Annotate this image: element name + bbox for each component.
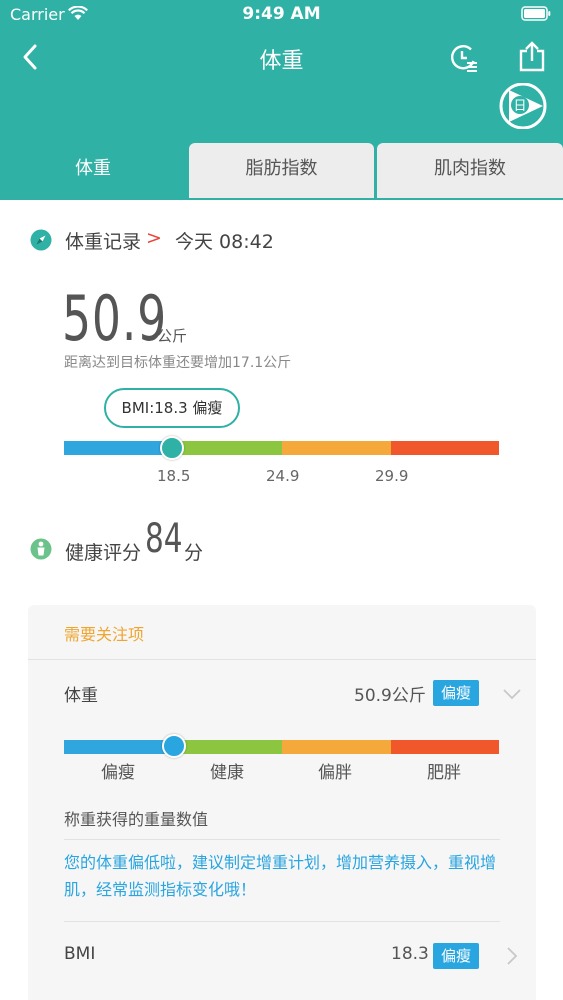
attention-card: 需要关注项 体重 50.9公斤 偏瘦 偏瘦 健康 偏胖 肥胖 称重获得的重量数值…: [28, 605, 536, 1000]
divider: [64, 839, 500, 840]
weight-page: Carrier 9:49 AM 体重 日 体重 脂肪指数 肌肉指数 体重记录 >…: [0, 0, 563, 1000]
bmi-status-badge: 偏瘦: [433, 943, 480, 969]
share-icon[interactable]: [518, 40, 546, 72]
divider: [64, 921, 500, 922]
tab-muscle-index[interactable]: 肌肉指数: [377, 143, 563, 198]
weight-segment-fat: [282, 740, 391, 754]
attention-title: 需要关注项: [64, 625, 145, 644]
person-icon: [30, 538, 52, 560]
bmi-item-label: BMI: [64, 944, 96, 964]
header: Carrier 9:49 AM 体重 日 体重 脂肪指数 肌肉指数: [0, 0, 563, 200]
bmi-indicator-knob: [160, 436, 184, 460]
tab-bar: 体重 脂肪指数 肌肉指数: [0, 143, 563, 198]
weight-scale-bar: [64, 734, 499, 758]
weight-segment-healthy: [174, 740, 282, 754]
health-score-label: 健康评分: [65, 542, 142, 564]
weight-label-thin: 偏瘦: [101, 763, 135, 783]
scale-segment-thin: [64, 441, 174, 455]
advice-text: 您的体重偏低啦，建议制定增重计划，增加营养摄入，重视增肌，经常监测指标变化哦！: [64, 853, 497, 899]
weight-description: 称重获得的重量数值: [64, 810, 209, 829]
battery-icon: [521, 6, 551, 21]
target-gap-text: 距离达到目标体重还要增加17.1公斤: [64, 355, 292, 371]
record-arrow-icon: >: [146, 227, 162, 249]
weight-indicator-knob: [162, 734, 186, 758]
health-score-value: 84: [145, 516, 183, 562]
weight-record-label: 体重记录: [65, 231, 142, 253]
weight-label-obese: 肥胖: [427, 763, 461, 783]
weight-item-label: 体重: [64, 686, 98, 706]
weight-status-badge: 偏瘦: [433, 680, 480, 706]
divider: [28, 659, 536, 660]
compass-icon: [30, 229, 52, 251]
tab-weight[interactable]: 体重: [0, 143, 186, 198]
weight-value: 50.9: [62, 282, 168, 355]
health-score-unit: 分: [184, 542, 204, 564]
nav-bar: 体重: [0, 30, 563, 86]
day-label: 日: [513, 99, 526, 114]
history-icon[interactable]: [449, 43, 479, 73]
weight-segment-obese: [391, 740, 499, 754]
scale-segment-fat: [282, 441, 391, 455]
scale-tick-18-5: 18.5: [157, 467, 191, 485]
bmi-scale-bar: [64, 436, 499, 460]
bmi-item-value: 18.3: [391, 944, 429, 964]
chevron-down-icon[interactable]: [502, 687, 522, 701]
weight-label-fat: 偏胖: [318, 763, 352, 783]
chevron-right-icon[interactable]: [506, 946, 518, 966]
record-time: 今天 08:42: [175, 231, 274, 253]
status-bar: Carrier 9:49 AM: [0, 0, 563, 30]
weight-segment-thin: [64, 740, 174, 754]
weight-item-value: 50.9公斤: [354, 686, 426, 706]
day-play-button[interactable]: 日: [498, 83, 548, 129]
status-time: 9:49 AM: [242, 4, 321, 24]
scale-tick-29-9: 29.9: [375, 467, 409, 485]
scale-segment-healthy: [174, 441, 282, 455]
weight-label-healthy: 健康: [210, 763, 244, 783]
weight-unit: 公斤: [157, 327, 188, 345]
bmi-bubble: BMI:18.3 偏瘦: [104, 388, 240, 428]
tab-fat-index[interactable]: 脂肪指数: [189, 143, 374, 198]
scale-segment-obese: [391, 441, 499, 455]
scale-tick-24-9: 24.9: [266, 467, 300, 485]
